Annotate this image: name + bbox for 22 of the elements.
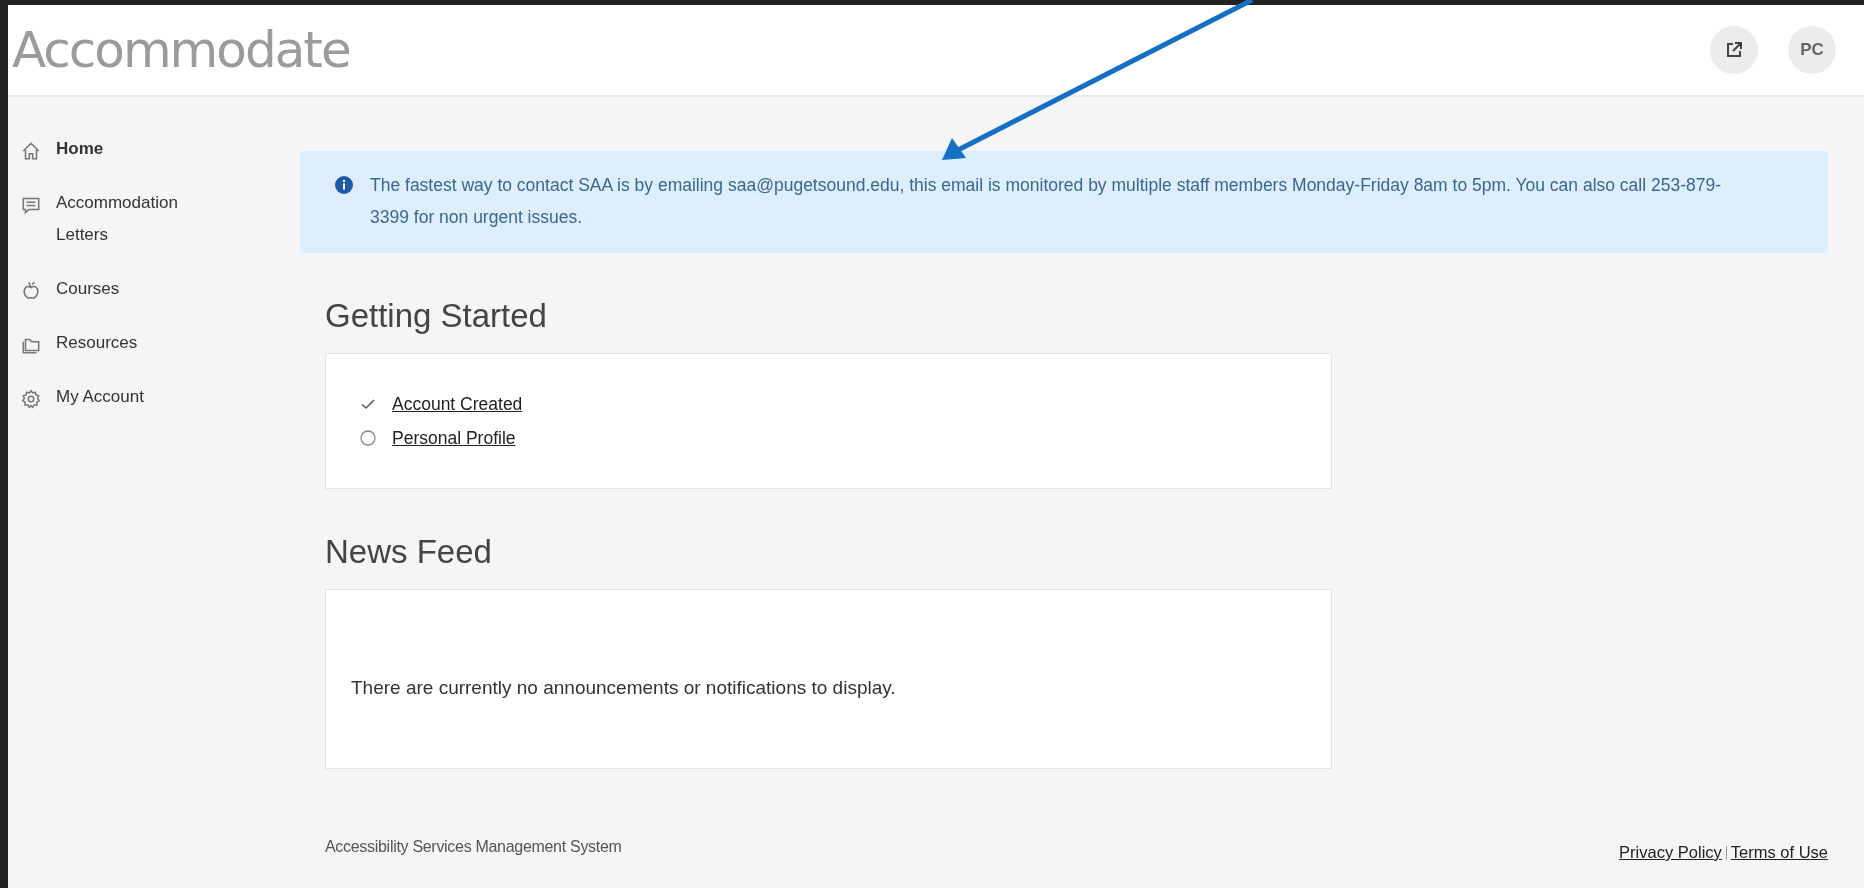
banner-text: The fastest way to contact SAA is by emailing saa@pugetsound.edu, this email is monitored by multiple staff members Monday-Friday 8am to 5pm. You can also call 253-879-3399 for non urgent issues. <box>370 174 1723 229</box>
external-link-button[interactable] <box>1710 26 1758 74</box>
section-title: Getting Started <box>325 297 548 335</box>
sidebar-item[interactable]: Accommodation Letters <box>8 187 220 251</box>
sidebar-item[interactable]: Resources <box>8 327 220 359</box>
apple-icon <box>20 280 42 302</box>
sidebar-item[interactable]: Courses <box>8 273 220 305</box>
footer-link[interactable]: Terms of Use <box>1730 843 1828 862</box>
step-link[interactable]: Account Created <box>392 390 523 418</box>
sidebar-item[interactable]: My Account <box>8 381 220 413</box>
news-message: There are currently no announcements or notifications to display. <box>351 677 896 699</box>
logo: Accommodate <box>12 21 350 79</box>
info-icon <box>334 175 354 195</box>
section-title: News Feed <box>325 533 493 571</box>
home-icon <box>20 140 42 162</box>
settings-icon <box>20 388 42 410</box>
sidebar-item[interactable]: Home <box>8 133 220 165</box>
step-link[interactable]: Personal Profile <box>392 424 516 452</box>
avatar-button[interactable]: PC <box>1788 26 1836 74</box>
external-link-icon <box>1724 40 1744 60</box>
footer-link[interactable]: Privacy Policy <box>1619 843 1722 862</box>
footer-text: Accessibility Services Management System <box>325 838 622 856</box>
